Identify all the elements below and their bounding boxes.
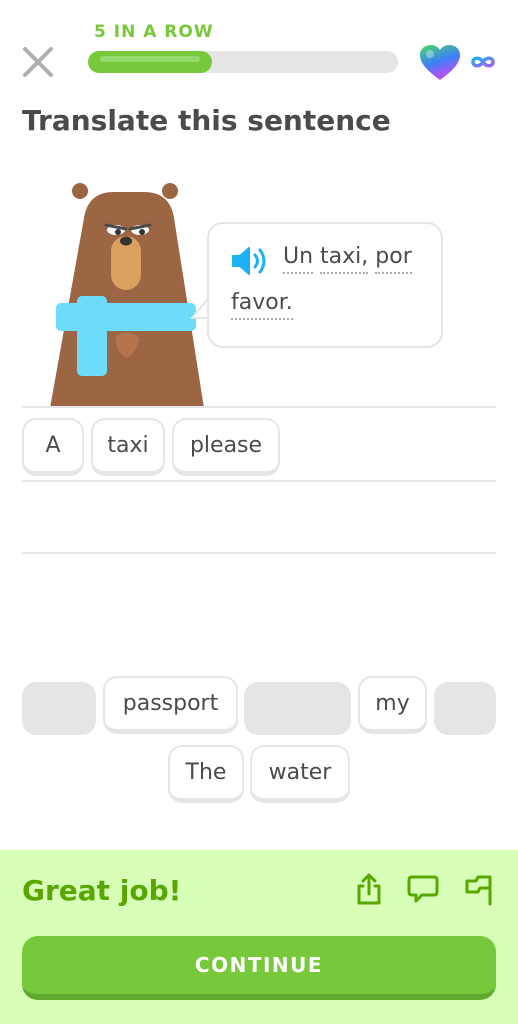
report-flag-icon (465, 875, 492, 906)
continue-button[interactable]: CONTINUE (22, 936, 496, 1000)
bear-character (50, 183, 204, 408)
answer-tile[interactable]: A (22, 418, 84, 476)
prompt-line-1: Un taxi, por (283, 244, 412, 274)
comment-button[interactable] (406, 872, 440, 906)
feedback-message: Great job! (22, 874, 182, 907)
prompt-word[interactable]: por (375, 244, 412, 274)
speech-bubble: Un taxi, por favor. (207, 222, 443, 348)
play-audio-button[interactable] (231, 246, 269, 276)
word-bank-empty-slot (244, 682, 351, 735)
prompt-word[interactable]: taxi, (320, 244, 369, 274)
progress-fill (88, 51, 212, 73)
infinity-icon (471, 56, 495, 68)
word-bank-empty-slot (434, 682, 496, 735)
answer-line (22, 552, 496, 554)
prompt-line-2: favor. (231, 290, 293, 320)
prompt-word[interactable]: favor. (231, 290, 293, 320)
word-bank-tile[interactable]: water (250, 745, 350, 803)
close-button[interactable] (20, 44, 56, 80)
progress-bar (88, 51, 398, 73)
speaker-icon (232, 247, 266, 275)
answer-line (22, 480, 496, 482)
share-button[interactable] (352, 872, 386, 906)
comment-icon (407, 875, 439, 903)
page-title: Translate this sentence (22, 104, 391, 137)
share-icon (357, 873, 381, 905)
word-bank-tile[interactable]: passport (103, 676, 238, 734)
close-icon (23, 47, 53, 77)
word-bank-tile[interactable]: my (358, 676, 427, 734)
answer-line (22, 406, 496, 408)
streak-label: 5 IN A ROW (94, 22, 214, 42)
feedback-panel: Great job! CONTINUE (0, 850, 518, 1024)
answer-tile[interactable]: please (172, 418, 280, 476)
prompt-word[interactable]: Un (283, 244, 314, 274)
word-bank-tile[interactable]: The (168, 745, 244, 803)
report-button[interactable] (462, 872, 496, 906)
progress-shine (100, 56, 200, 62)
word-bank-empty-slot (22, 682, 96, 735)
heart-icon (420, 45, 460, 80)
answer-tile[interactable]: taxi (91, 418, 165, 476)
